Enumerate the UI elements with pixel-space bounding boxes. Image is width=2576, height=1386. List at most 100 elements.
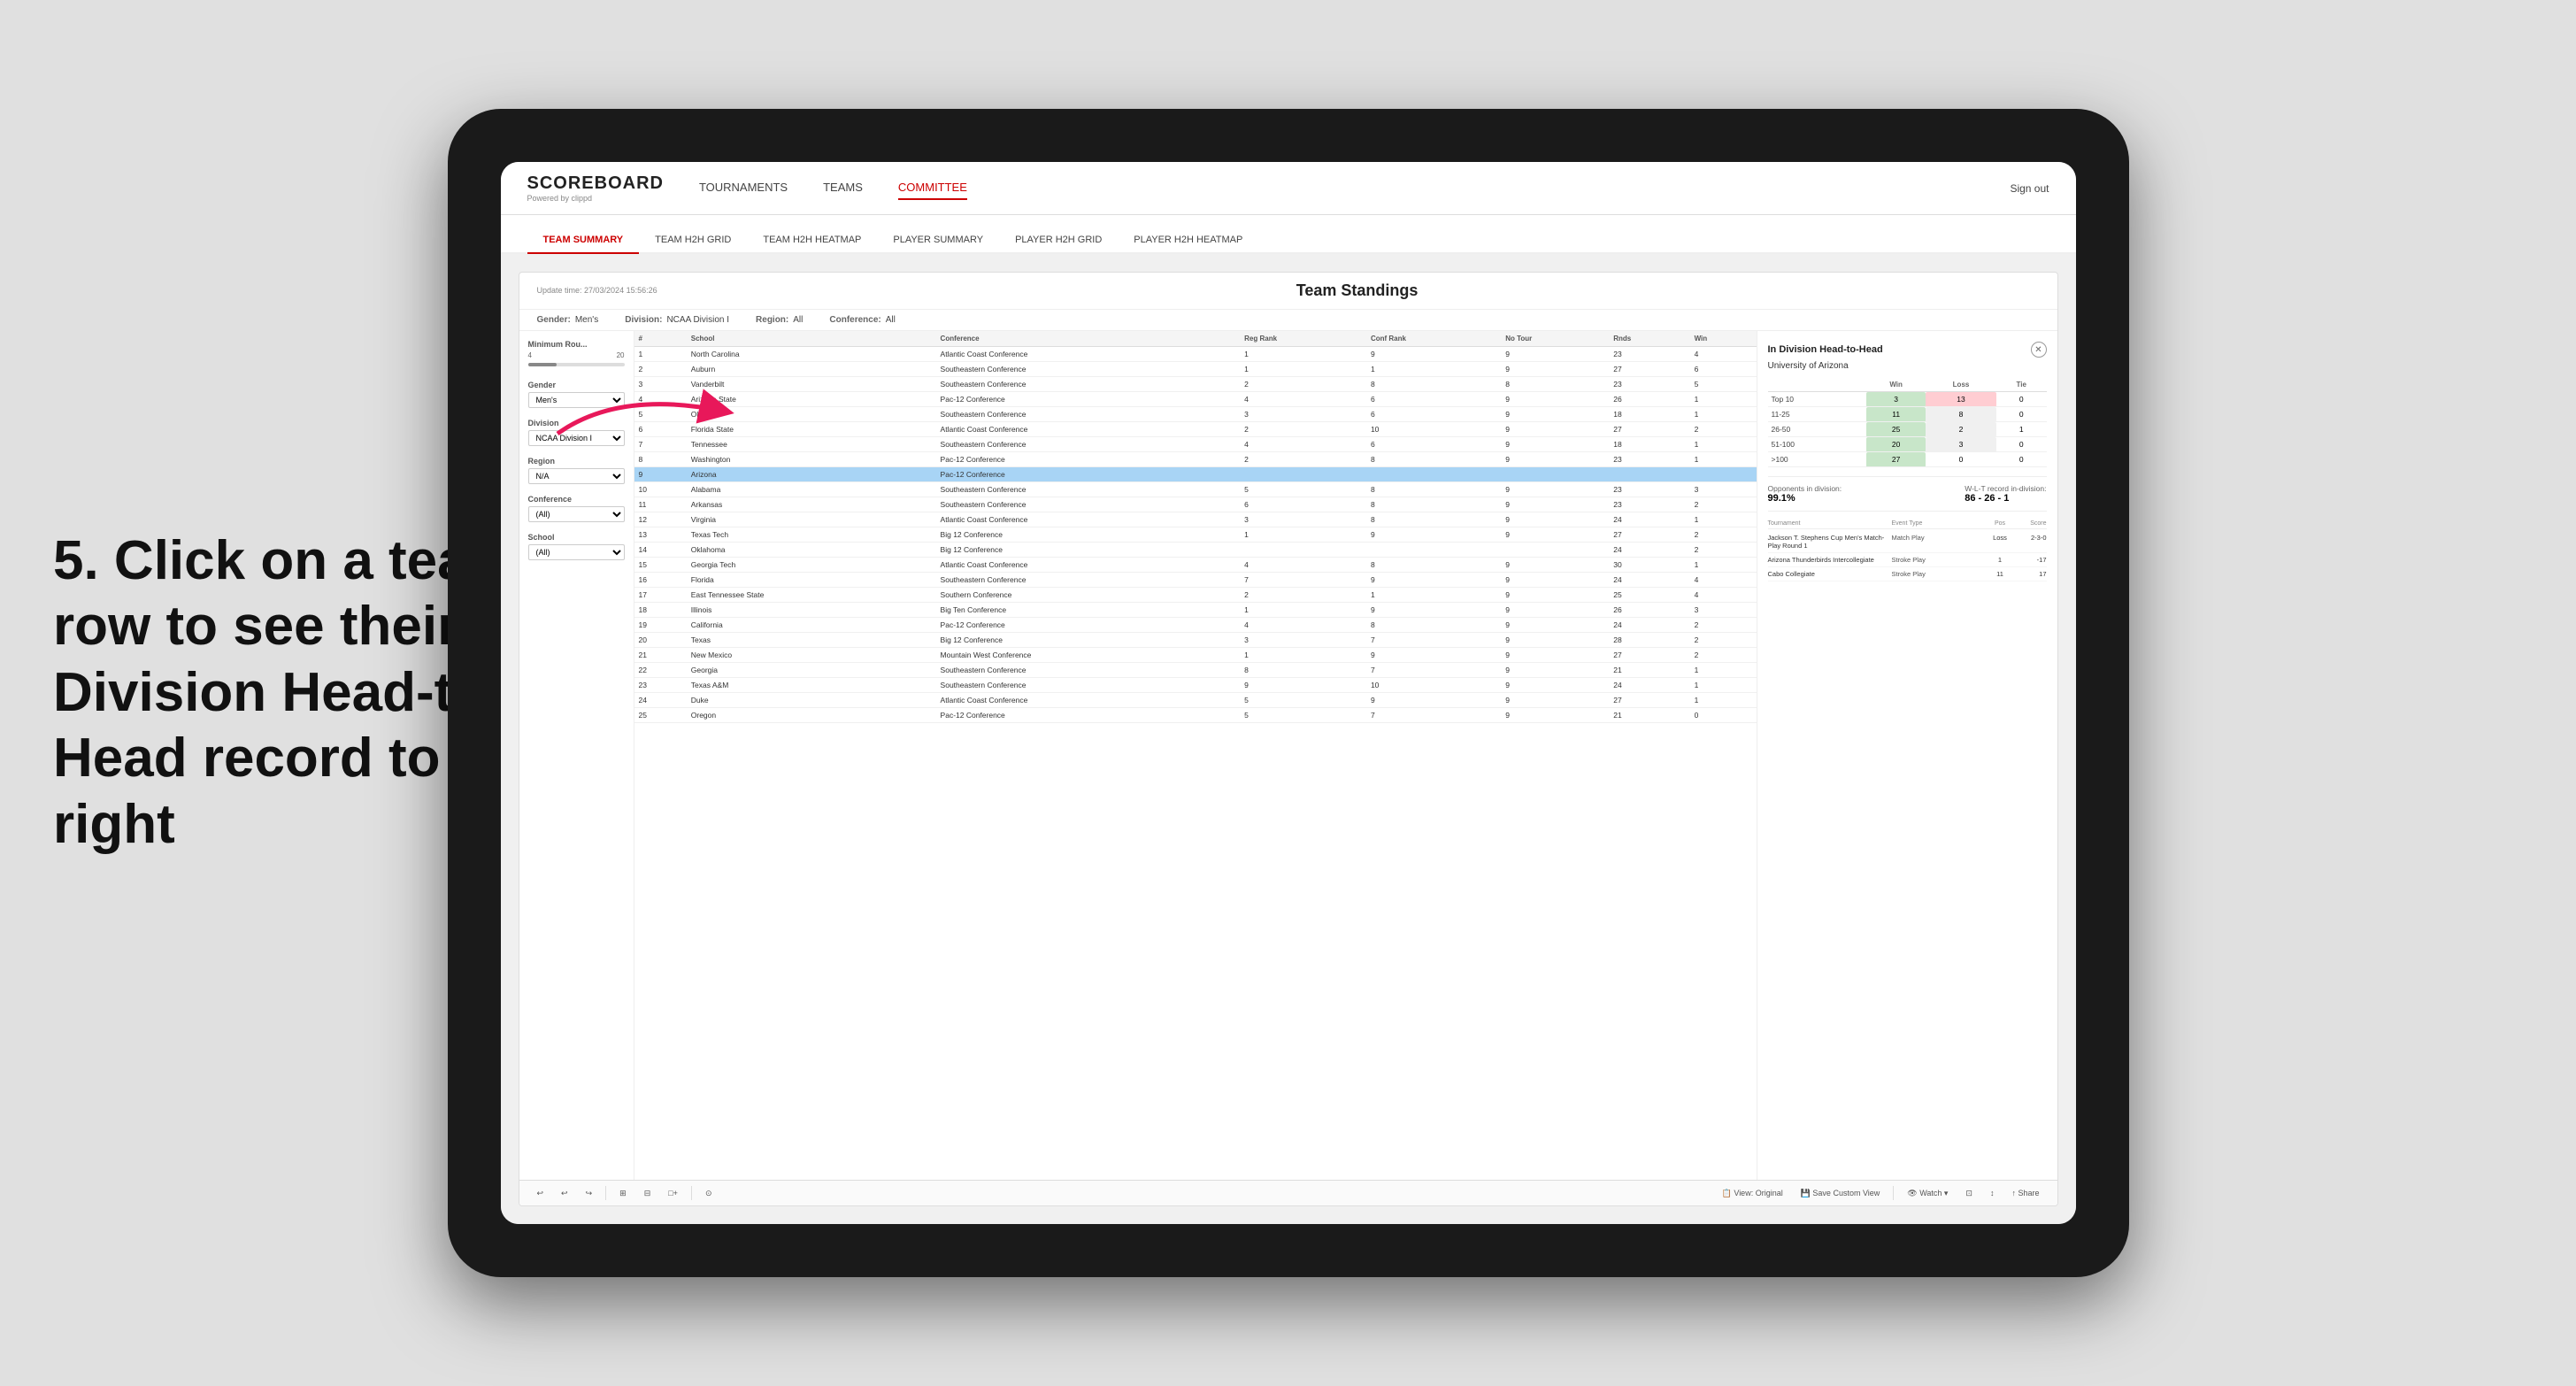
scene: 5. Click on a team's row to see their In… — [0, 0, 2576, 1386]
update-time: Update time: 27/03/2024 15:56:26 — [537, 285, 657, 296]
sub-nav-player-h2h-heatmap[interactable]: PLAYER H2H HEATMAP — [1118, 227, 1258, 254]
sign-out-link[interactable]: Sign out — [2010, 182, 2049, 195]
sort-btn[interactable]: ↕ — [1986, 1187, 1999, 1199]
table-row[interactable]: 17East Tennessee StateSouthern Conferenc… — [634, 588, 1757, 603]
undo-btn[interactable]: ↩ — [533, 1187, 549, 1200]
gender-filter: Gender: Men's — [537, 315, 599, 325]
save-custom-view-btn[interactable]: 💾 Save Custom View — [1796, 1187, 1885, 1200]
h2h-table-row: Top 103130 — [1768, 392, 2047, 407]
h2h-panel: In Division Head-to-Head ✕ University of… — [1757, 331, 2057, 1180]
tablet-device: SCOREBOARD Powered by clippd TOURNAMENTS… — [448, 109, 2129, 1277]
rounds-slider[interactable] — [528, 363, 625, 366]
sub-nav-team-summary[interactable]: TEAM SUMMARY — [527, 227, 640, 254]
sub-nav: TEAM SUMMARY TEAM H2H GRID TEAM H2H HEAT… — [501, 215, 2076, 254]
table-row[interactable]: 12VirginiaAtlantic Coast Conference38924… — [634, 512, 1757, 527]
table-row[interactable]: 14OklahomaBig 12 Conference242 — [634, 543, 1757, 558]
h2h-table-header: Win Loss Tie — [1768, 378, 2047, 392]
col-win: Win — [1690, 331, 1757, 347]
table-row[interactable]: 24DukeAtlantic Coast Conference599271 — [634, 693, 1757, 708]
share-btn[interactable]: ↑ Share — [2007, 1187, 2043, 1199]
tournament-section: Tournament Event Type Pos Score Jackson … — [1768, 511, 2047, 581]
panel-header: Update time: 27/03/2024 15:56:26 Team St… — [519, 273, 2057, 310]
close-button[interactable]: ✕ — [2031, 342, 2047, 358]
tablet-screen: SCOREBOARD Powered by clippd TOURNAMENTS… — [501, 162, 2076, 1224]
col-no-tour: No Tour — [1501, 331, 1609, 347]
logo-area: SCOREBOARD Powered by clippd — [527, 173, 664, 203]
nav-tournaments[interactable]: TOURNAMENTS — [699, 176, 788, 200]
conference-group: Conference (All) — [528, 495, 625, 522]
tournament-row-1: Jackson T. Stephens Cup Men's Match-Play… — [1768, 531, 2047, 553]
region-select[interactable]: N/A — [528, 468, 625, 484]
table-row[interactable]: 2AuburnSoutheastern Conference119276 — [634, 362, 1757, 377]
undo2-btn[interactable]: ↩ — [557, 1187, 573, 1200]
conference-filter: Conference: All — [829, 315, 895, 325]
fit-btn[interactable]: □+ — [664, 1187, 682, 1199]
col-reg-rank: Reg Rank — [1240, 331, 1366, 347]
table-row[interactable]: 4Arizona StatePac-12 Conference469261 — [634, 392, 1757, 407]
sub-nav-team-h2h-grid[interactable]: TEAM H2H GRID — [639, 227, 747, 254]
region-filter: Region: All — [756, 315, 803, 325]
nav-committee[interactable]: COMMITTEE — [898, 176, 967, 200]
h2h-title: In Division Head-to-Head — [1768, 344, 1883, 355]
standings-table: # School Conference Reg Rank Conf Rank N… — [634, 331, 1757, 723]
arrow-indicator — [549, 381, 743, 456]
table-row[interactable]: 3VanderbiltSoutheastern Conference288235 — [634, 377, 1757, 392]
nav-links: TOURNAMENTS TEAMS COMMITTEE — [699, 176, 2011, 200]
col-rnds: Rnds — [1609, 331, 1689, 347]
table-row[interactable]: 1North CarolinaAtlantic Coast Conference… — [634, 347, 1757, 362]
col-conf-rank: Conf Rank — [1366, 331, 1501, 347]
table-row[interactable]: 8WashingtonPac-12 Conference289231 — [634, 452, 1757, 467]
grid-btn[interactable]: ⊡ — [1961, 1187, 1977, 1200]
division-filter: Division: NCAA Division I — [625, 315, 729, 325]
table-row[interactable]: 22GeorgiaSoutheastern Conference879211 — [634, 663, 1757, 678]
nav-teams[interactable]: TEAMS — [823, 176, 863, 200]
dashboard-panel: Update time: 27/03/2024 15:56:26 Team St… — [519, 272, 2058, 1206]
logo-title: SCOREBOARD — [527, 173, 664, 194]
table-header-row: # School Conference Reg Rank Conf Rank N… — [634, 331, 1757, 347]
table-row[interactable]: 19CaliforniaPac-12 Conference489242 — [634, 618, 1757, 633]
h2h-table: Win Loss Tie Top 10313011-25118026-50252… — [1768, 378, 2047, 467]
table-row[interactable]: 20TexasBig 12 Conference379282 — [634, 633, 1757, 648]
zoom-out-btn[interactable]: ⊟ — [640, 1187, 656, 1200]
redo-btn[interactable]: ↪ — [581, 1187, 597, 1200]
view-original-btn[interactable]: 📋 View: Original — [1718, 1187, 1788, 1200]
col-rank: # — [634, 331, 687, 347]
table-row[interactable]: 15Georgia TechAtlantic Coast Conference4… — [634, 558, 1757, 573]
h2h-team-name: University of Arizona — [1768, 361, 2047, 371]
col-conference: Conference — [936, 331, 1241, 347]
opponents-row: Opponents in division: 99.1% W-L-T recor… — [1768, 476, 2047, 504]
table-row[interactable]: 9ArizonaPac-12 Conference — [634, 467, 1757, 482]
table-row[interactable]: 16FloridaSoutheastern Conference799244 — [634, 573, 1757, 588]
table-row[interactable]: 18IllinoisBig Ten Conference199263 — [634, 603, 1757, 618]
zoom-in-btn[interactable]: ⊞ — [615, 1187, 631, 1200]
sub-nav-team-h2h-heatmap[interactable]: TEAM H2H HEATMAP — [747, 227, 877, 254]
table-row[interactable]: 25OregonPac-12 Conference579210 — [634, 708, 1757, 723]
sub-nav-player-summary[interactable]: PLAYER SUMMARY — [877, 227, 999, 254]
table-row[interactable]: 6Florida StateAtlantic Coast Conference2… — [634, 422, 1757, 437]
school-select[interactable]: (All) — [528, 544, 625, 560]
school-group: School (All) — [528, 533, 625, 560]
conference-select[interactable]: (All) — [528, 506, 625, 522]
watch-btn[interactable]: 👁 Watch ▾ — [1903, 1187, 1952, 1200]
table-row[interactable]: 7TennesseeSoutheastern Conference469181 — [634, 437, 1757, 452]
table-row[interactable]: 10AlabamaSoutheastern Conference589233 — [634, 482, 1757, 497]
sub-nav-player-h2h-grid[interactable]: PLAYER H2H GRID — [999, 227, 1118, 254]
table-row[interactable]: 13Texas TechBig 12 Conference199272 — [634, 527, 1757, 543]
table-row[interactable]: 21New MexicoMountain West Conference1992… — [634, 648, 1757, 663]
standings-table-area: # School Conference Reg Rank Conf Rank N… — [634, 331, 1757, 1180]
h2h-table-row: 26-502521 — [1768, 422, 2047, 437]
top-nav: SCOREBOARD Powered by clippd TOURNAMENTS… — [501, 162, 2076, 215]
table-row[interactable]: 5Ole MissSoutheastern Conference369181 — [634, 407, 1757, 422]
toolbar: ↩ ↩ ↪ ⊞ ⊟ □+ ⊙ 📋 View: Original 💾 Save C… — [519, 1180, 2057, 1205]
settings-btn[interactable]: ⊙ — [701, 1187, 717, 1200]
region-group: Region N/A — [528, 457, 625, 484]
left-sidebar: Minimum Rou... 4 20 Gender — [519, 331, 634, 1180]
panel-body: Minimum Rou... 4 20 Gender — [519, 331, 2057, 1180]
tournament-col-headers: Tournament Event Type Pos Score — [1768, 519, 2047, 529]
h2h-table-row: 11-251180 — [1768, 407, 2047, 422]
table-row[interactable]: 11ArkansasSoutheastern Conference689232 — [634, 497, 1757, 512]
filters-row: Gender: Men's Division: NCAA Division I … — [519, 310, 2057, 331]
panel-title: Team Standings — [675, 281, 2040, 300]
table-row[interactable]: 23Texas A&MSoutheastern Conference910924… — [634, 678, 1757, 693]
tournament-row-2: Arizona Thunderbirds Intercollegiate Str… — [1768, 553, 2047, 567]
